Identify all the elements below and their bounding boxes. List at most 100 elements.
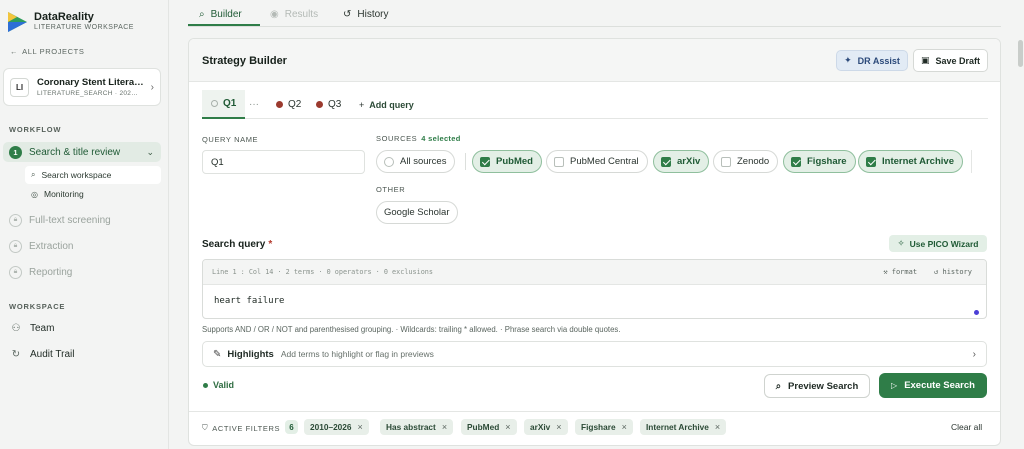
execute-search-label: Execute Search <box>904 380 975 391</box>
lock-icon: 🔒︎ <box>9 239 22 253</box>
close-icon[interactable]: × <box>442 422 447 432</box>
dr-assist-button[interactable]: ✦ DR Assist <box>836 50 908 71</box>
tab-results[interactable]: ◉ Results <box>270 9 318 20</box>
tab-history[interactable]: ↺ History <box>343 9 389 20</box>
project-switcher[interactable]: LI Coronary Stent Litera… LITERATURE_SEA… <box>3 68 161 106</box>
chip-label: PubMed Central <box>570 156 639 167</box>
filter-chip[interactable]: Figshare × <box>575 419 633 435</box>
all-sources-option[interactable]: All sources <box>376 150 456 173</box>
close-icon[interactable]: × <box>622 422 627 432</box>
close-icon[interactable]: × <box>556 422 561 432</box>
workspace-item-label: Team <box>30 323 55 334</box>
step-number-badge: 1 <box>9 145 22 159</box>
execute-search-button[interactable]: ▷ Execute Search <box>879 373 987 398</box>
add-query-label: Add query <box>369 99 414 110</box>
search-query-editor[interactable]: Line 1 : Col 14 · 2 terms · 0 operators … <box>202 259 987 319</box>
workflow-item-label: Search & title review <box>29 146 121 158</box>
preview-search-button[interactable]: ⌕ Preview Search <box>764 374 870 398</box>
close-icon[interactable]: × <box>505 422 510 432</box>
audit-icon: ↻ <box>11 349 21 360</box>
all-projects-link[interactable]: ← ALL PROJECTS <box>10 47 84 56</box>
chip-label: PubMed <box>496 156 533 167</box>
editor-history-button[interactable]: ↺ history <box>934 268 972 276</box>
search-icon: ⌕ <box>775 380 782 392</box>
panel-header: Strategy Builder ✦ DR Assist ▣ Save Draf… <box>189 39 1000 82</box>
query-tab-overflow[interactable]: ··· <box>249 90 259 119</box>
pico-wizard-button[interactable]: ✧ Use PICO Wizard <box>889 235 987 252</box>
active-tab-indicator <box>188 24 260 26</box>
chevron-right-icon: › <box>150 81 154 93</box>
tab-builder[interactable]: ⌕ Builder <box>199 9 242 20</box>
page-title: Strategy Builder <box>202 55 287 67</box>
workspace-item-audit-trail[interactable]: ↻ Audit Trail <box>11 349 75 360</box>
sidebar: DataReality LITERATURE WORKSPACE ← ALL P… <box>0 0 169 449</box>
subitem-search-workspace[interactable]: ⌕ Search workspace <box>25 166 161 184</box>
workflow-item-extraction: 🔒︎ Extraction <box>3 236 161 256</box>
source-internet-archive[interactable]: Internet Archive <box>858 150 963 173</box>
query-tab-label: Q2 <box>288 99 302 110</box>
filter-chip[interactable]: PubMed × <box>461 419 517 435</box>
arrow-left-icon: ← <box>10 47 19 56</box>
query-tab-q3[interactable]: Q3 <box>316 90 341 119</box>
scrollbar-thumb[interactable] <box>1018 40 1023 67</box>
save-draft-button[interactable]: ▣ Save Draft <box>913 49 988 72</box>
format-button[interactable]: ⚒ format <box>883 268 917 276</box>
source-pubmed-central[interactable]: PubMed Central <box>546 150 648 173</box>
query-name-input[interactable]: Q1 <box>202 150 365 174</box>
filter-chip[interactable]: Has abstract × <box>380 419 454 435</box>
clear-all-filters-link[interactable]: Clear all <box>951 422 982 432</box>
chip-label: arXiv <box>677 156 701 167</box>
chip-label: Zenodo <box>737 156 770 167</box>
assistant-icon: ✦ <box>844 55 852 65</box>
checkbox-checked-icon <box>480 156 490 167</box>
strategy-builder-panel: Strategy Builder ✦ DR Assist ▣ Save Draf… <box>188 38 1001 446</box>
lock-icon: 🔒︎ <box>9 213 22 227</box>
source-figshare[interactable]: Figshare <box>783 150 856 173</box>
workflow-item-full-text-screening: 🔒︎ Full-text screening <box>3 210 161 230</box>
dr-assist-label: DR Assist <box>857 55 900 66</box>
required-mark: * <box>268 239 273 250</box>
workflow-item-search-title-review[interactable]: 1 Search & title review ⌄ <box>3 142 161 162</box>
subitem-monitoring[interactable]: ◎ Monitoring <box>25 185 161 203</box>
filter-chip[interactable]: 2010–2026 × <box>304 419 369 435</box>
active-filters-text: ACTIVE FILTERS <box>212 423 281 433</box>
brand[interactable]: DataReality LITERATURE WORKSPACE <box>8 11 134 33</box>
query-text: heart failure <box>214 296 285 306</box>
filter-chip[interactable]: arXiv × <box>524 419 568 435</box>
source-google-scholar[interactable]: Google Scholar <box>376 201 459 224</box>
sources-count: 4 selected <box>421 134 461 143</box>
add-query-button[interactable]: + Add query <box>359 90 414 119</box>
highlights-title: Highlights <box>227 348 274 360</box>
checkbox-icon <box>721 156 731 167</box>
source-arxiv[interactable]: arXiv <box>653 150 710 173</box>
editor-status: Line 1 : Col 14 · 2 terms · 0 operators … <box>212 268 433 276</box>
datareality-logo-icon <box>8 12 27 32</box>
highlighter-icon: ✎ <box>213 348 222 360</box>
eye-icon: ◉ <box>270 9 279 20</box>
sources-label-text: SOURCES <box>376 134 418 143</box>
workflow-item-label: Full-text screening <box>29 214 111 226</box>
valid-dot-icon <box>203 382 208 388</box>
filter-chip-label: Has abstract <box>386 422 436 432</box>
query-text-area[interactable]: heart failure <box>203 285 986 318</box>
divider <box>971 150 972 173</box>
close-icon[interactable]: × <box>715 422 720 432</box>
brand-name: DataReality <box>34 11 94 23</box>
filter-chip[interactable]: Internet Archive × <box>640 419 727 435</box>
tab-label: History <box>357 9 389 20</box>
source-pubmed[interactable]: PubMed <box>472 150 542 173</box>
workspace-item-team[interactable]: ⚇ Team <box>11 323 55 334</box>
workflow-item-label: Reporting <box>29 266 73 278</box>
save-icon: ▣ <box>920 55 930 65</box>
highlights-section[interactable]: ✎ Highlights Add terms to highlight or f… <box>202 341 987 367</box>
query-tab-label: Q3 <box>328 99 342 110</box>
source-zenodo[interactable]: Zenodo <box>713 150 779 173</box>
query-tab-q2[interactable]: Q2 <box>276 90 301 119</box>
sources-label: SOURCES 4 selected <box>376 134 461 143</box>
project-name: Coronary Stent Litera… <box>37 77 144 88</box>
search-query-label-text: Search query <box>202 239 266 250</box>
close-icon[interactable]: × <box>358 422 363 432</box>
query-tab-q1[interactable]: Q1 <box>202 90 246 119</box>
highlights-description: Add terms to highlight or flag in previe… <box>280 349 434 359</box>
chevron-down-icon: ⌄ <box>146 146 154 157</box>
